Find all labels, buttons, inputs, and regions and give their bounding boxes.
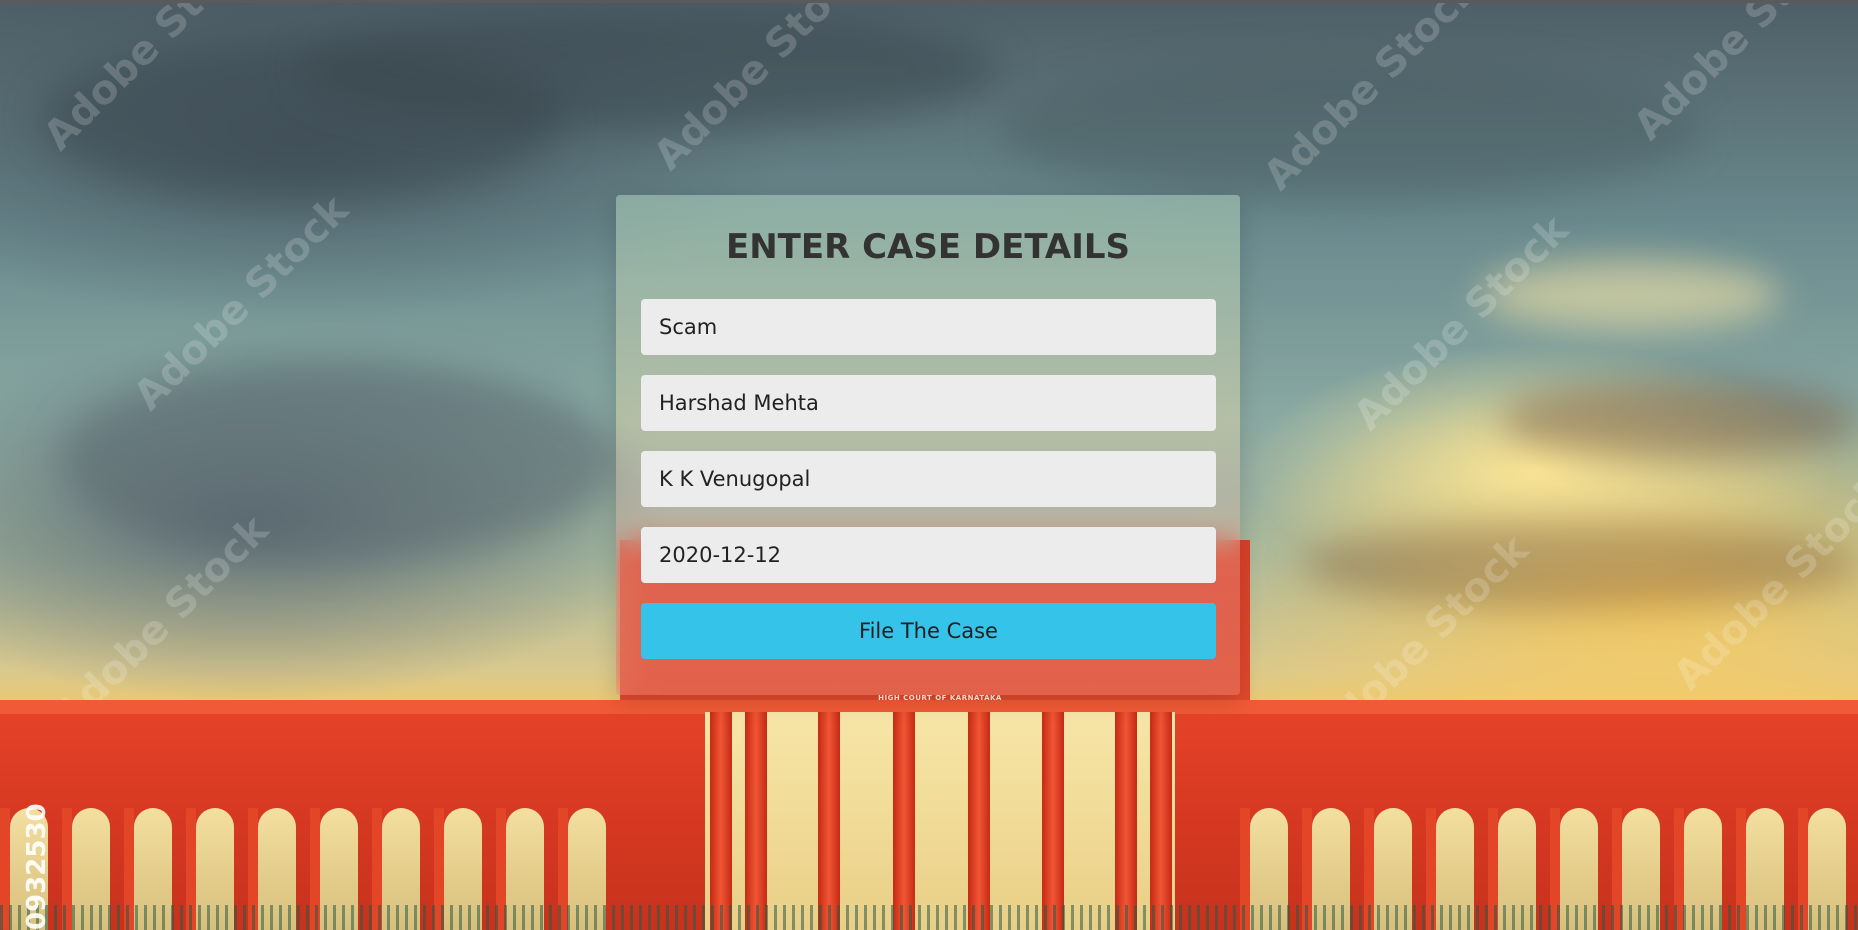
column bbox=[1150, 712, 1172, 930]
column bbox=[710, 712, 732, 930]
cloud bbox=[1300, 520, 1858, 610]
case-details-form: ENTER CASE DETAILS File The Case bbox=[616, 195, 1240, 695]
column bbox=[893, 712, 915, 930]
railing bbox=[0, 905, 1858, 930]
column bbox=[968, 712, 990, 930]
petitioner-name-input[interactable] bbox=[641, 375, 1216, 431]
column bbox=[1042, 712, 1064, 930]
stock-image-id: 0932530 bbox=[22, 803, 52, 930]
cloud bbox=[1500, 380, 1858, 460]
file-case-button[interactable]: File The Case bbox=[641, 603, 1216, 659]
column bbox=[1115, 712, 1137, 930]
court-portico bbox=[705, 712, 1175, 930]
cloud bbox=[1000, 60, 1700, 200]
case-type-input[interactable] bbox=[641, 299, 1216, 355]
cloud bbox=[60, 360, 620, 560]
form-title: ENTER CASE DETAILS bbox=[725, 227, 1131, 267]
filing-date-input[interactable] bbox=[641, 527, 1216, 583]
cloud bbox=[1480, 260, 1780, 330]
column bbox=[745, 712, 767, 930]
column bbox=[818, 712, 840, 930]
window-top-border bbox=[0, 0, 1858, 3]
cloud bbox=[300, 10, 1000, 130]
advocate-name-input[interactable] bbox=[641, 451, 1216, 507]
building-label: HIGH COURT OF KARNATAKA bbox=[878, 694, 1002, 702]
